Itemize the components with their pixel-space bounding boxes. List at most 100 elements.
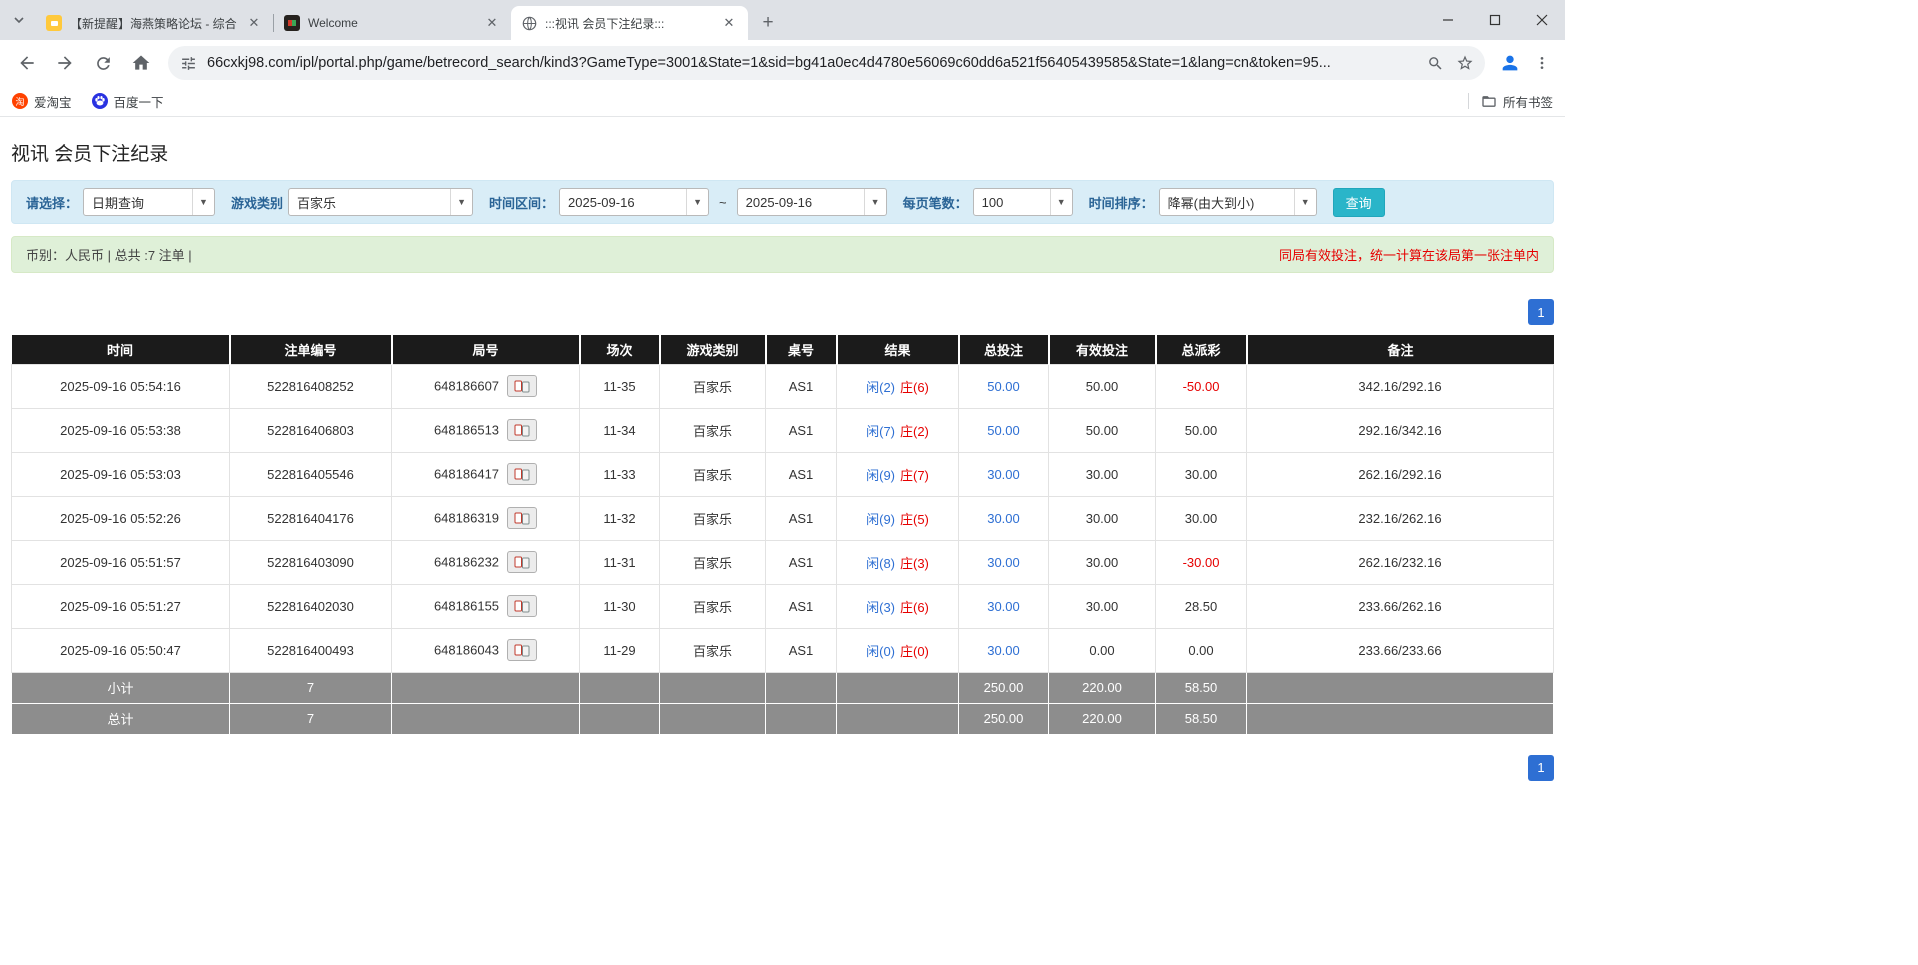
sum-empty (392, 703, 580, 734)
sum-empty (392, 672, 580, 703)
tab-forum[interactable]: 【新提醒】海燕策略论坛 - 综合 ✕ (36, 6, 273, 40)
column-header: 总派彩 (1156, 335, 1247, 364)
page-1-button[interactable]: 1 (1528, 755, 1554, 781)
close-button[interactable] (1518, 0, 1565, 40)
cell-time: 2025-09-16 05:50:47 (12, 628, 230, 672)
tab-welcome[interactable]: Welcome ✕ (274, 6, 511, 40)
cell-valid-bet: 30.00 (1049, 584, 1156, 628)
cell-valid-bet: 50.00 (1049, 364, 1156, 408)
cell-total-bet: 50.00 (959, 364, 1049, 408)
cell-valid-bet: 30.00 (1049, 452, 1156, 496)
date-from-input[interactable]: 2025-09-16 ▼ (559, 188, 709, 216)
view-result-cards-button[interactable] (507, 507, 537, 529)
profile-avatar-icon[interactable] (1493, 46, 1527, 80)
summary-text: 币别：人民币 | 总共 :7 注单 | (26, 245, 192, 264)
date-to-input[interactable]: 2025-09-16 ▼ (737, 188, 887, 216)
column-header: 桌号 (766, 335, 837, 364)
game-type-select[interactable]: 百家乐 ▼ (288, 188, 473, 216)
round-number: 648186513 (434, 423, 499, 438)
banker-result: 庄(0) (900, 644, 929, 659)
per-page-label: 每页笔数： (903, 193, 968, 212)
cell-result: 闲(2)庄(6) (837, 364, 959, 408)
taobao-icon: 淘 (12, 93, 28, 109)
tab-strip: 【新提醒】海燕策略论坛 - 综合 ✕ Welcome ✕ :::视讯 会员下注纪… (0, 0, 1565, 40)
cell-table-no: AS1 (766, 496, 837, 540)
zoom-icon[interactable] (1421, 49, 1449, 77)
bookmark-star-icon[interactable] (1451, 49, 1479, 77)
cell-time: 2025-09-16 05:54:16 (12, 364, 230, 408)
home-icon[interactable] (124, 46, 158, 80)
pagination-top: 1 (11, 299, 1554, 325)
sort-label: 时间排序： (1089, 193, 1154, 212)
bookmark-taobao[interactable]: 淘 爱淘宝 (12, 92, 72, 111)
tab-close-icon[interactable]: ✕ (720, 14, 738, 32)
view-result-cards-button[interactable] (507, 375, 537, 397)
back-icon[interactable] (10, 46, 44, 80)
player-result: 闲(2) (866, 380, 895, 395)
table-row: 2025-09-16 05:50:47522816400493648186043… (12, 628, 1554, 672)
player-result: 闲(9) (866, 468, 895, 483)
cell-session: 11-31 (580, 540, 660, 584)
table-row: 2025-09-16 05:51:27522816402030648186155… (12, 584, 1554, 628)
site-settings-icon[interactable] (180, 55, 197, 72)
cell-result: 闲(9) 庄(7) (837, 452, 959, 496)
all-bookmarks-button[interactable]: 所有书签 (1481, 92, 1553, 111)
url-text[interactable]: 66cxkj98.com/ipl/portal.php/game/betreco… (207, 55, 1419, 71)
minimize-button[interactable] (1424, 0, 1471, 40)
page-1-button[interactable]: 1 (1528, 299, 1554, 325)
bookmark-baidu[interactable]: 百度一下 (92, 92, 164, 111)
per-page-value: 100 (974, 189, 1050, 215)
select-label: 请选择： (26, 193, 78, 212)
cell-time: 2025-09-16 05:51:27 (12, 584, 230, 628)
view-result-cards-button[interactable] (507, 595, 537, 617)
browser-toolbar: 66cxkj98.com/ipl/portal.php/game/betreco… (0, 40, 1565, 86)
browser-menu-icon[interactable] (1527, 46, 1557, 80)
date-from-value: 2025-09-16 (560, 189, 686, 215)
cell-payout: 0.00 (1156, 628, 1247, 672)
round-number: 648186417 (434, 467, 499, 482)
chevron-down-icon[interactable]: ▼ (192, 189, 214, 215)
cell-table-no: AS1 (766, 584, 837, 628)
date-to-value: 2025-09-16 (738, 189, 864, 215)
tab-close-icon[interactable]: ✕ (483, 14, 501, 32)
view-result-cards-button[interactable] (507, 463, 537, 485)
view-result-cards-button[interactable] (507, 551, 537, 573)
new-tab-button[interactable]: + (754, 9, 782, 37)
per-page-input[interactable]: 100 ▼ (973, 188, 1073, 216)
query-type-select[interactable]: 日期查询 ▼ (83, 188, 215, 216)
player-result: 闲(7) (866, 424, 895, 439)
cell-game-type: 百家乐 (660, 628, 766, 672)
table-row: 2025-09-16 05:51:57522816403090648186232… (12, 540, 1554, 584)
search-button[interactable]: 查询 (1333, 188, 1385, 217)
player-result: 闲(8) (866, 556, 895, 571)
reload-icon[interactable] (86, 46, 120, 80)
forward-icon[interactable] (48, 46, 82, 80)
chevron-down-icon[interactable]: ▼ (1294, 189, 1316, 215)
chevron-down-icon[interactable]: ▼ (1050, 189, 1072, 215)
sum-empty (660, 672, 766, 703)
cell-bet-id: 522816405546 (230, 452, 392, 496)
cell-payout: 28.50 (1156, 584, 1247, 628)
cell-session: 11-30 (580, 584, 660, 628)
chevron-down-icon[interactable]: ▼ (864, 189, 886, 215)
cell-game-type: 百家乐 (660, 452, 766, 496)
cell-note: 233.66/262.16 (1247, 584, 1554, 628)
cell-bet-id: 522816408252 (230, 364, 392, 408)
tab-search-chevron-icon[interactable] (6, 7, 32, 33)
cell-total-bet: 30.00 (959, 496, 1049, 540)
tab-close-icon[interactable]: ✕ (245, 14, 263, 32)
cell-session: 11-35 (580, 364, 660, 408)
tab-bet-record-active[interactable]: :::视讯 会员下注纪录::: ✕ (511, 6, 748, 40)
table-row: 2025-09-16 05:54:16522816408252648186607… (12, 364, 1554, 408)
banker-result: 庄(7) (900, 468, 929, 483)
cell-round: 648186232 (392, 540, 580, 584)
maximize-button[interactable] (1471, 0, 1518, 40)
address-bar[interactable]: 66cxkj98.com/ipl/portal.php/game/betreco… (168, 46, 1485, 80)
view-result-cards-button[interactable] (507, 639, 537, 661)
chevron-down-icon[interactable]: ▼ (450, 189, 472, 215)
sort-select[interactable]: 降幂(由大到小) ▼ (1159, 188, 1317, 216)
total-row: 总计7250.00220.0058.50 (12, 703, 1554, 734)
view-result-cards-button[interactable] (507, 419, 537, 441)
chevron-down-icon[interactable]: ▼ (686, 189, 708, 215)
cell-total-bet: 30.00 (959, 628, 1049, 672)
